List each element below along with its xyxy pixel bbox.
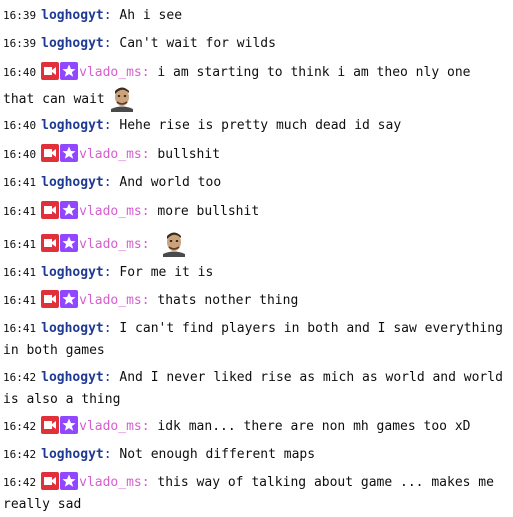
username[interactable]: vlado_ms — [79, 293, 142, 308]
message-text: bullshit — [157, 147, 221, 162]
timestamp: 16:42 — [3, 420, 37, 433]
timestamp: 16:41 — [3, 294, 37, 307]
username-separator: : — [141, 237, 158, 252]
username[interactable]: loghogyt — [41, 8, 104, 23]
timestamp: 16:40 — [3, 66, 37, 79]
username[interactable]: loghogyt — [41, 36, 104, 51]
username-separator: : — [103, 321, 120, 336]
username-separator: : — [103, 118, 120, 133]
username-separator: : — [103, 175, 120, 190]
face-emote-icon — [110, 87, 133, 112]
username-separator: : — [141, 475, 158, 490]
chat-log: 16:39 loghogyt: Ah i see 16:39 loghogyt: Ca… — [0, 0, 513, 517]
chat-message: 16:41 vlado_ms: thats nother thing — [3, 290, 503, 312]
camera-badge-icon — [41, 201, 60, 219]
star-badge-icon — [60, 201, 79, 219]
camera-badge-icon — [41, 472, 60, 490]
username[interactable]: loghogyt — [41, 265, 104, 280]
timestamp: 16:39 — [3, 9, 37, 22]
chat-message: 16:42 loghogyt: And I never liked rise as… — [3, 367, 503, 411]
username-separator: : — [141, 293, 158, 308]
timestamp: 16:41 — [3, 176, 37, 189]
username[interactable]: loghogyt — [41, 447, 104, 462]
username[interactable]: vlado_ms — [79, 419, 142, 434]
message-text: And world too — [119, 175, 222, 190]
chat-message: 16:42 vlado_ms: idk man... there are non … — [3, 416, 503, 438]
chat-message: 16:40 vlado_ms: bullshit — [3, 144, 503, 166]
username-separator: : — [103, 447, 120, 462]
chat-message: 16:40 vlado_ms: i am starting to think i … — [3, 62, 503, 112]
star-badge-icon — [60, 234, 79, 252]
camera-badge-icon — [41, 290, 60, 308]
username[interactable]: vlado_ms — [79, 237, 142, 252]
username-separator: : — [103, 370, 120, 385]
chat-message: 16:41 loghogyt: I can't find players in b… — [3, 318, 503, 362]
timestamp: 16:42 — [3, 371, 37, 384]
username-separator: : — [141, 65, 158, 80]
timestamp: 16:41 — [3, 238, 37, 251]
message-text: Hehe rise is pretty much dead id say — [119, 118, 402, 133]
chat-message: 16:39 loghogyt: Can't wait for wilds — [3, 33, 503, 55]
username-separator: : — [141, 419, 158, 434]
username[interactable]: loghogyt — [41, 370, 104, 385]
timestamp: 16:40 — [3, 148, 37, 161]
username[interactable]: vlado_ms — [79, 204, 142, 219]
username[interactable]: vlado_ms — [79, 65, 142, 80]
chat-message: 16:42 vlado_ms: this way of talking about… — [3, 472, 503, 516]
timestamp: 16:41 — [3, 322, 37, 335]
username-separator: : — [103, 8, 120, 23]
timestamp: 16:42 — [3, 476, 37, 489]
chat-message: 16:42 loghogyt: Not enough different maps — [3, 444, 503, 466]
username[interactable]: loghogyt — [41, 175, 104, 190]
face-emote-icon — [163, 232, 186, 257]
star-badge-icon — [60, 472, 79, 490]
message-text: thats nother thing — [157, 293, 299, 308]
star-badge-icon — [60, 290, 79, 308]
username-separator: : — [141, 147, 158, 162]
camera-badge-icon — [41, 416, 60, 434]
username[interactable]: vlado_ms — [79, 147, 142, 162]
star-badge-icon — [60, 62, 79, 80]
timestamp: 16:41 — [3, 266, 37, 279]
username-separator: : — [103, 265, 120, 280]
chat-message: 16:40 loghogyt: Hehe rise is pretty much … — [3, 115, 503, 137]
message-text: Can't wait for wilds — [119, 36, 276, 51]
chat-message: 16:39 loghogyt: Ah i see — [3, 5, 503, 27]
username-separator: : — [103, 36, 120, 51]
camera-badge-icon — [41, 234, 60, 252]
username[interactable]: vlado_ms — [79, 475, 142, 490]
username[interactable]: loghogyt — [41, 321, 104, 336]
username[interactable]: loghogyt — [41, 118, 104, 133]
message-text: Ah i see — [119, 8, 183, 23]
timestamp: 16:42 — [3, 448, 37, 461]
camera-badge-icon — [41, 62, 60, 80]
message-text: Not enough different maps — [119, 447, 316, 462]
chat-message: 16:41 vlado_ms: — [3, 229, 503, 257]
message-text: For me it is — [119, 265, 214, 280]
chat-message: 16:41 vlado_ms: more bullshit — [3, 201, 503, 223]
star-badge-icon — [60, 144, 79, 162]
star-badge-icon — [60, 416, 79, 434]
message-text: idk man... there are non mh games too xD — [157, 419, 471, 434]
camera-badge-icon — [41, 144, 60, 162]
chat-message: 16:41 loghogyt: For me it is — [3, 262, 503, 284]
message-text: more bullshit — [157, 204, 260, 219]
timestamp: 16:39 — [3, 37, 37, 50]
username-separator: : — [141, 204, 158, 219]
timestamp: 16:40 — [3, 119, 37, 132]
timestamp: 16:41 — [3, 205, 37, 218]
chat-message: 16:41 loghogyt: And world too — [3, 172, 503, 194]
